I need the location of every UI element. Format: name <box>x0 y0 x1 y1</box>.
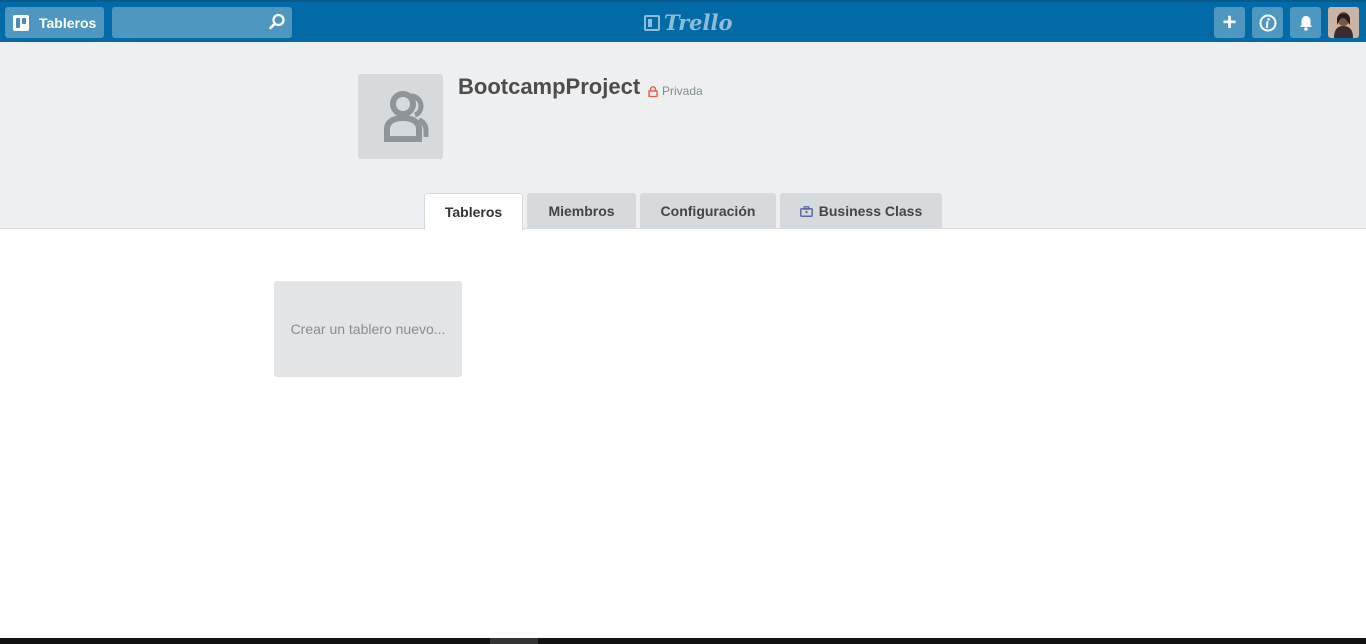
team-icon <box>383 90 428 142</box>
notifications-button[interactable] <box>1290 7 1321 38</box>
lock-icon <box>648 85 658 97</box>
team-header: BootcampProject Privada Tableros Miembro… <box>0 42 1366 230</box>
trello-logo-text: Trello <box>664 10 733 35</box>
user-avatar[interactable] <box>1328 7 1359 38</box>
tab-members[interactable]: Miembros <box>527 193 636 229</box>
bell-icon <box>1299 15 1312 31</box>
create-board-tile[interactable]: Crear un tablero nuevo... <box>274 281 462 377</box>
search-input[interactable] <box>112 7 292 38</box>
tab-settings[interactable]: Configuración <box>640 193 776 229</box>
privacy-badge[interactable]: Privada <box>648 84 703 98</box>
tab-label: Tableros <box>444 204 503 220</box>
tab-label: Configuración <box>660 203 756 219</box>
briefcase-icon <box>799 205 813 217</box>
tab-business-class[interactable]: Business Class <box>780 193 942 229</box>
tab-boards[interactable]: Tableros <box>424 193 523 230</box>
trello-logo[interactable]: Trello <box>644 10 733 35</box>
info-button[interactable] <box>1252 7 1283 38</box>
boards-button-label: Tableros <box>39 14 97 31</box>
add-button[interactable]: + <box>1214 7 1245 38</box>
privacy-label: Privada <box>662 84 703 98</box>
top-navigation-bar: Tableros Trello + <box>0 0 1366 42</box>
boards-button[interactable]: Tableros <box>5 7 104 38</box>
team-name: BootcampProject <box>458 74 641 99</box>
bottom-edge-segment <box>490 638 538 644</box>
info-icon <box>1259 14 1276 31</box>
search-box <box>112 7 292 38</box>
boards-icon <box>13 14 29 31</box>
tab-label: Business Class <box>818 203 923 219</box>
user-avatar-image <box>1328 7 1359 38</box>
tab-label: Miembros <box>548 203 615 219</box>
bottom-edge-bar <box>0 638 1366 644</box>
trello-logo-icon <box>644 14 660 31</box>
create-board-label: Crear un tablero nuevo... <box>290 321 446 337</box>
team-tabs: Tableros Miembros Configuración Business… <box>0 193 1366 230</box>
search-icon[interactable] <box>268 13 286 31</box>
team-avatar[interactable] <box>358 74 443 159</box>
plus-icon: + <box>1222 8 1237 36</box>
